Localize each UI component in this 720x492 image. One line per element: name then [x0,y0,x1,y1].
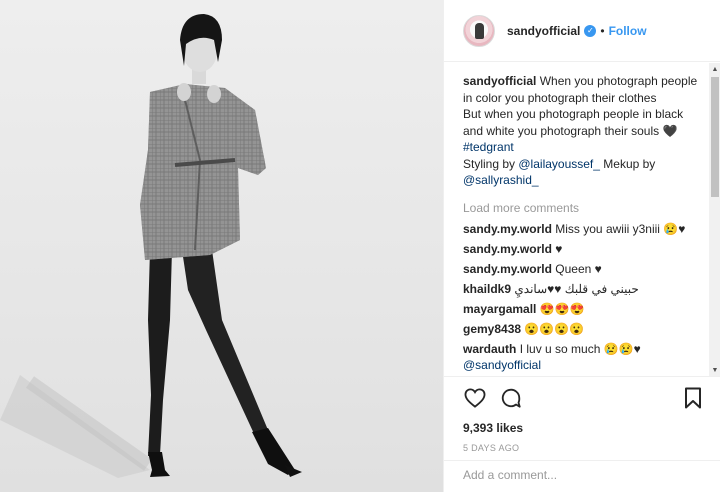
load-more-comments-button[interactable]: Load more comments [463,201,699,215]
comment-text: 😮😮😮😮 [524,321,585,336]
header-username[interactable]: sandyofficial [507,24,580,38]
comment-username[interactable]: sandy.my.world [463,242,552,256]
comment: wardauth I luv u so much 😢😢♥ @sandyoffic… [463,341,699,373]
comment-text: Queen ♥ [555,261,602,276]
comment: sandy.my.world Queen ♥ [463,261,699,277]
caption-makeup-prefix: Mekup by [603,156,656,171]
verified-badge-icon: ✓ [584,24,597,37]
comment: gemy8438 😮😮😮😮 [463,321,699,337]
action-icons [463,387,705,409]
caption-styling-handle[interactable]: @lailayoussef_ [518,157,600,171]
comment-username[interactable]: khaildk9 [463,282,511,296]
comment: sandy.my.world Miss you awiii y3niii 😢♥ [463,221,699,237]
add-comment-input[interactable] [463,468,693,482]
comment-username[interactable]: mayargamall [463,302,536,316]
comment-text: I luv u so much 😢😢♥ [519,341,641,356]
comment-text: حبيني في قلبك ♥♥سانديِ [514,281,639,296]
caption-username[interactable]: sandyofficial [463,74,536,88]
comment-username[interactable]: sandy.my.world [463,262,552,276]
scroll-up-icon[interactable]: ▲ [709,63,720,75]
likes-count[interactable]: 9,393 likes [463,421,705,435]
comment-username[interactable]: gemy8438 [463,322,521,336]
comment-text: ♥ [555,241,563,256]
avatar[interactable] [463,14,495,47]
separator-dot: • [600,23,605,38]
post-caption: sandyofficial When you photograph people… [463,73,699,189]
comment-username[interactable]: wardauth [463,342,516,356]
comment: mayargamall 😍😍😍 [463,301,699,317]
caption-makeup-handle[interactable]: @sallyrashid_ [463,173,539,187]
comment-text: Miss you awiii y3niii 😢♥ [555,221,686,236]
comment-icon[interactable] [499,386,523,410]
woman-photo-illustration [0,14,302,478]
follow-button[interactable]: Follow [609,24,647,38]
post-header: sandyofficial ✓ • Follow [444,0,720,62]
add-comment-section [444,460,720,492]
post-timestamp[interactable]: 5 DAYS AGO [463,443,705,453]
post-side-panel: sandyofficial ✓ • Follow sandyofficial W… [443,0,720,492]
bookmark-icon[interactable] [681,386,705,410]
scroll-down-icon[interactable]: ▼ [709,364,720,376]
comment: khaildk9 حبيني في قلبك ♥♥سانديِ [463,281,699,297]
scroll-thumb[interactable] [711,77,719,197]
comments-scrollbar[interactable]: ▲ ▼ [709,63,720,376]
comment-mention[interactable]: @sandyofficial [463,358,541,372]
comment: sandy.my.world ♥ [463,241,699,257]
caption-styling-prefix: Styling by [463,156,516,171]
post-photo[interactable] [0,0,443,492]
comment-text: 😍😍😍 [539,301,585,316]
comments-list[interactable]: sandyofficial When you photograph people… [444,63,709,376]
comment-username[interactable]: sandy.my.world [463,222,552,236]
heart-icon[interactable] [463,386,487,410]
post-actions: 9,393 likes 5 DAYS AGO [444,376,720,460]
caption-hashtag[interactable]: #tedgrant [463,140,514,154]
caption-line-2: But when you photograph people in black … [463,107,684,138]
